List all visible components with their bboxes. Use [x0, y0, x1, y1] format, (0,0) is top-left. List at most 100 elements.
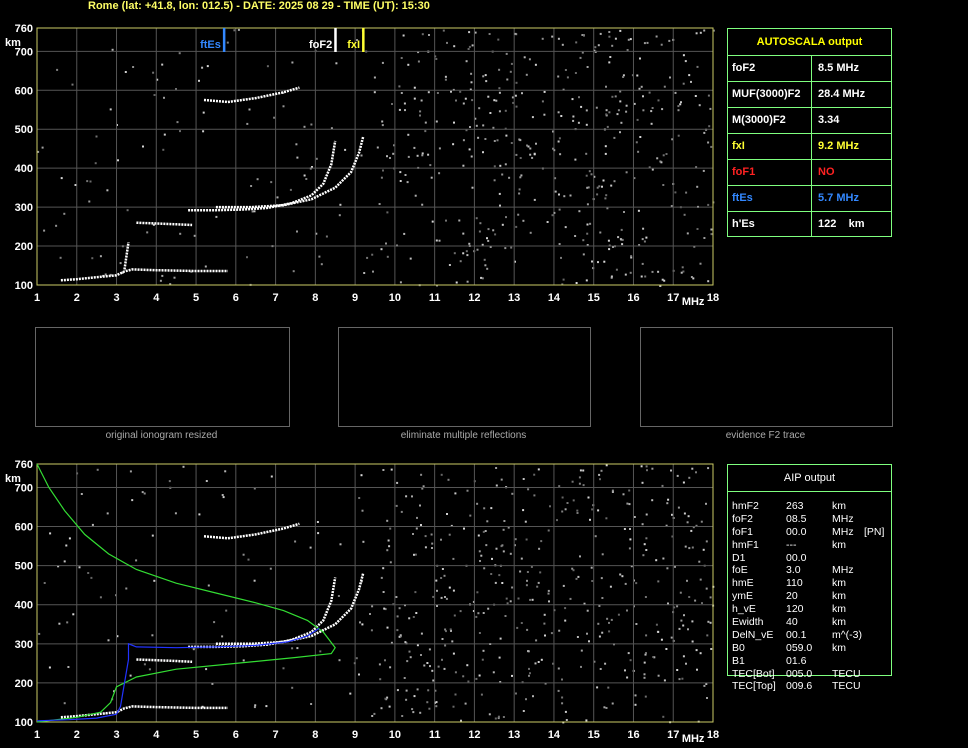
noise-speck	[246, 256, 248, 259]
noise-speck	[435, 705, 438, 708]
noise-speck	[635, 141, 638, 144]
noise-speck	[294, 540, 297, 543]
noise-speck	[503, 520, 506, 522]
noise-speck	[661, 278, 664, 281]
noise-speck	[634, 703, 637, 706]
noise-speck	[221, 635, 224, 638]
noise-speck	[202, 111, 205, 114]
noise-speck	[587, 496, 590, 499]
noise-speck	[605, 464, 608, 467]
noise-speck	[608, 248, 611, 251]
noise-speck	[483, 567, 486, 570]
noise-speck	[487, 239, 490, 242]
noise-speck	[703, 29, 706, 32]
noise-speck	[630, 255, 633, 258]
noise-speck	[556, 519, 558, 522]
aip-unit: km	[832, 500, 846, 512]
noise-speck	[391, 103, 393, 105]
noise-speck	[667, 498, 670, 501]
noise-speck	[436, 92, 439, 94]
noise-speck	[221, 494, 224, 496]
noise-speck	[451, 640, 454, 643]
noise-speck	[599, 231, 602, 234]
noise-speck	[527, 650, 529, 653]
noise-speck	[400, 92, 403, 94]
noise-speck	[412, 616, 415, 618]
x-tick-label: 17	[667, 729, 679, 741]
noise-speck	[411, 495, 413, 498]
noise-speck	[510, 62, 513, 65]
noise-speck	[585, 719, 588, 722]
noise-speck	[437, 665, 440, 668]
noise-speck	[497, 715, 500, 718]
noise-speck	[621, 575, 624, 578]
x-tick-label: 3	[113, 292, 119, 304]
noise-speck	[515, 81, 518, 84]
aip-value: ---	[786, 538, 797, 551]
noise-speck	[386, 211, 389, 214]
noise-speck	[498, 656, 501, 659]
noise-speck	[682, 655, 685, 658]
noise-speck	[676, 605, 679, 608]
y-unit-label: km	[5, 37, 21, 49]
aip-value: 009.6	[786, 680, 813, 693]
noise-speck	[579, 555, 581, 558]
noise-speck	[681, 266, 684, 269]
aip-unit: km	[832, 538, 846, 551]
noise-speck	[707, 141, 710, 144]
noise-speck	[407, 133, 410, 136]
noise-speck	[222, 496, 225, 499]
noise-speck	[600, 577, 603, 580]
noise-speck	[60, 177, 63, 180]
noise-speck	[572, 119, 575, 122]
noise-speck	[178, 52, 181, 55]
aip-row: hmE 110 km	[728, 577, 891, 590]
thumbnail-caption-original: original ionogram resized	[105, 430, 218, 441]
noise-speck	[605, 85, 607, 88]
noise-speck	[395, 596, 398, 598]
noise-speck	[527, 488, 530, 491]
noise-speck	[256, 178, 259, 181]
noise-speck	[363, 272, 366, 274]
noise-speck	[242, 553, 245, 556]
noise-speck	[519, 176, 522, 179]
noise-speck	[90, 576, 93, 579]
noise-speck	[589, 222, 592, 225]
aip-row: B1 01.6	[728, 655, 891, 668]
noise-speck	[683, 512, 686, 515]
noise-speck	[392, 152, 395, 155]
noise-speck	[628, 503, 631, 506]
noise-speck	[484, 530, 487, 532]
noise-speck	[688, 547, 691, 550]
noise-speck	[248, 108, 251, 111]
noise-speck	[639, 136, 642, 138]
noise-speck	[495, 484, 498, 487]
noise-speck	[296, 230, 298, 233]
noise-speck	[91, 523, 94, 526]
noise-speck	[594, 535, 597, 538]
noise-speck	[482, 612, 485, 614]
noise-speck	[384, 697, 387, 700]
noise-speck	[492, 229, 495, 232]
x-tick-label: 17	[667, 292, 679, 304]
noise-speck	[564, 69, 567, 71]
noise-speck	[651, 270, 654, 273]
noise-speck	[699, 31, 702, 34]
noise-speck	[623, 528, 626, 530]
noise-speck	[547, 529, 550, 532]
noise-speck	[43, 229, 46, 232]
noise-speck	[478, 674, 481, 677]
noise-speck	[380, 707, 383, 710]
noise-speck	[399, 171, 402, 174]
noise-speck	[452, 705, 455, 708]
noise-speck	[591, 580, 594, 582]
noise-speck	[88, 200, 91, 203]
noise-speck	[317, 532, 320, 535]
autoscala-row: M(3000)F2 3.34	[728, 108, 891, 134]
noise-speck	[161, 63, 164, 66]
noise-speck	[129, 470, 132, 473]
marker-ftes	[222, 28, 226, 52]
noise-speck	[453, 121, 455, 124]
noise-speck	[143, 492, 146, 495]
noise-speck	[387, 539, 390, 542]
